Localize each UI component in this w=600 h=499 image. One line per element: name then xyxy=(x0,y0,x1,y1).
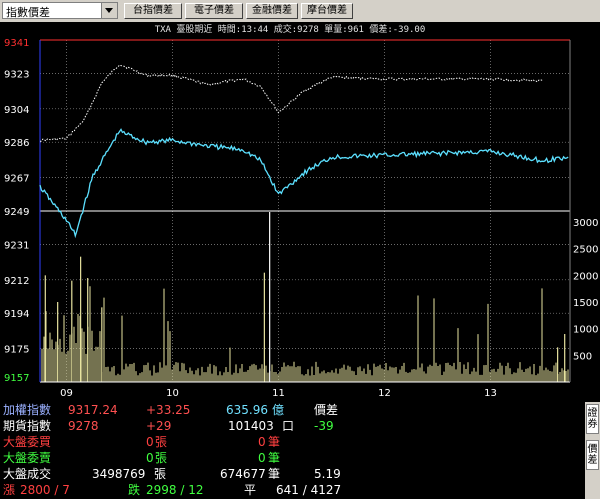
price-tick-label: 9323 xyxy=(4,69,29,80)
price-tick-label: 9341 xyxy=(4,38,29,49)
buy-lots-unit: 張 xyxy=(155,435,168,449)
taiex-amount: 635.96 xyxy=(226,403,268,417)
msci-spread-button[interactable]: 摩台價差 xyxy=(301,3,353,19)
tab-spread[interactable]: 價差 xyxy=(586,440,599,470)
chart-type-select[interactable]: 指數價差 xyxy=(2,2,118,19)
volume-tick-label: 500 xyxy=(573,351,592,362)
time-tick-label: 09 xyxy=(60,388,73,399)
spread-label: 價差 xyxy=(314,403,339,417)
price-tick-label: 9267 xyxy=(4,174,29,185)
intraday-chart: TXA 臺股期近 時間:13:44 成交:9278 單量:961 價差:-39.… xyxy=(4,23,598,399)
deal-orders: 674677 xyxy=(220,467,266,481)
decline-label: 跌 xyxy=(128,483,141,497)
decline-value: 2998 / 12 xyxy=(146,483,204,497)
volume-tick-label: 1500 xyxy=(573,298,598,309)
price-tick-label: 9304 xyxy=(4,105,29,116)
volume-tick-label: 3000 xyxy=(573,218,598,229)
volume-axis: 3000 2500 2000 1500 1000 500 xyxy=(573,218,598,362)
sell-orders-label: 大盤委賣 xyxy=(3,451,52,465)
futures-change: +29 xyxy=(146,419,172,433)
spread-value: -39 xyxy=(314,419,334,433)
buy-orders: 0 xyxy=(258,435,266,449)
price-axis: 9341 9323 9304 9286 9267 9249 9231 9212 9194 9175… xyxy=(4,38,29,384)
unchanged-value: 641 / 4127 xyxy=(276,483,342,497)
time-axis: 09 10 11 12 13 xyxy=(60,388,497,399)
futures-volume: 101403 xyxy=(228,419,274,433)
sell-orders: 0 xyxy=(258,451,266,465)
taiex-label: 加權指數 xyxy=(3,403,52,417)
price-tick-label: 9175 xyxy=(4,345,29,356)
time-tick-label: 12 xyxy=(378,388,391,399)
buy-orders-label: 大盤委買 xyxy=(3,435,52,449)
finance-spread-button[interactable]: 金融價差 xyxy=(246,3,298,19)
market-info-panel: 加權指數 9317.24 +33.25 635.96 億 價差 期貨指數 927… xyxy=(0,402,585,499)
price-tick-label: 9286 xyxy=(4,138,29,149)
volume-tick-label: 2500 xyxy=(573,245,598,256)
time-tick-label: 11 xyxy=(272,388,285,399)
futures-label: 期貨指數 xyxy=(3,419,52,433)
buy-lots: 0 xyxy=(146,435,154,449)
deal-lots: 3498769 xyxy=(92,467,146,481)
tab-securities-label: 證券 xyxy=(587,408,598,430)
deal-label: 大盤成交 xyxy=(3,467,52,481)
sell-lots: 0 xyxy=(146,451,154,465)
deal-orders-unit: 筆 xyxy=(268,467,281,481)
taiex-spread-button[interactable]: 台指價差 xyxy=(124,3,182,19)
chart-header: TXA 臺股期近 時間:13:44 成交:9278 單量:961 價差:-39.… xyxy=(155,23,426,35)
deal-lots-unit: 張 xyxy=(154,467,167,481)
unchanged-label: 平 xyxy=(244,483,257,497)
price-tick-label: 9231 xyxy=(4,240,29,251)
side-tabs: 證券 價差 xyxy=(585,402,600,499)
advance-label: 漲 xyxy=(3,483,16,497)
price-tick-label: 9249 xyxy=(4,207,29,218)
electronics-spread-button[interactable]: 電子價差 xyxy=(185,3,243,19)
volume-tick-label: 2000 xyxy=(573,271,598,282)
futures-value: 9278 xyxy=(68,419,99,433)
tab-securities[interactable]: 證券 xyxy=(586,404,599,434)
sell-orders-unit: 筆 xyxy=(268,451,281,465)
time-tick-label: 10 xyxy=(166,388,179,399)
taiex-change: +33.25 xyxy=(146,403,191,417)
volume-tick-label: 1000 xyxy=(573,325,598,336)
time-tick-label: 13 xyxy=(484,388,497,399)
chevron-down-icon[interactable] xyxy=(101,3,117,18)
price-tick-label: 9157 xyxy=(4,373,29,384)
advance-value: 2800 / 7 xyxy=(20,483,70,497)
toolbar: 指數價差 台指價差 電子價差 金融價差 摩台價差 xyxy=(0,0,600,22)
tab-spread-label: 價差 xyxy=(587,444,598,466)
buy-orders-unit: 筆 xyxy=(268,435,281,449)
taiex-value: 9317.24 xyxy=(68,403,118,417)
price-tick-label: 9212 xyxy=(4,276,29,287)
sell-lots-unit: 張 xyxy=(155,451,168,465)
taiex-amount-unit: 億 xyxy=(272,403,285,417)
futures-volume-unit: 口 xyxy=(282,419,295,433)
price-tick-label: 9194 xyxy=(4,309,29,320)
chart-type-select-value: 指數價差 xyxy=(6,6,50,19)
deal-ratio: 5.19 xyxy=(314,467,341,481)
